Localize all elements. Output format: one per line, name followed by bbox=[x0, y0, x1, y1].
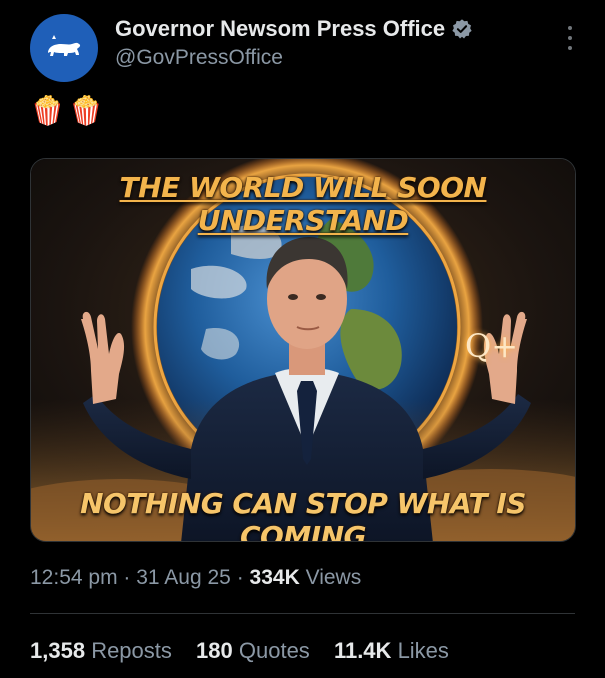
image-badge-text: Q+ bbox=[465, 327, 519, 365]
post-time[interactable]: 12:54 pm bbox=[30, 566, 118, 589]
meta-separator: · bbox=[123, 566, 131, 589]
post-card: Governor Newsom Press Office @GovPressOf… bbox=[0, 0, 605, 678]
california-bear-icon bbox=[48, 35, 81, 56]
reposts-count: 1,358 bbox=[30, 638, 86, 663]
post-meta: 12:54 pm · 31 Aug 25 · 334K Views bbox=[30, 566, 361, 590]
display-name[interactable]: Governor Newsom Press Office bbox=[115, 16, 445, 42]
quotes-label: Quotes bbox=[238, 638, 310, 663]
image-caption-bottom: NOTHING CAN STOP WHAT IS COMING bbox=[80, 487, 526, 542]
meta-separator: · bbox=[236, 566, 244, 589]
likes-stat[interactable]: 11.4K Likes bbox=[334, 638, 449, 663]
verified-badge-icon bbox=[451, 18, 473, 40]
post-date[interactable]: 31 Aug 25 bbox=[136, 566, 231, 589]
engagement-stats: 1,358 Reposts 180 Quotes 11.4K Likes bbox=[30, 638, 467, 664]
views-label: Views bbox=[305, 566, 362, 589]
image-caption-top: THE WORLD WILL SOON UNDERSTAND bbox=[119, 171, 487, 237]
reposts-label: Reposts bbox=[91, 638, 172, 663]
more-options-icon[interactable] bbox=[565, 26, 575, 50]
likes-count: 11.4K bbox=[333, 638, 392, 663]
quotes-stat[interactable]: 180 Quotes bbox=[196, 638, 316, 663]
likes-label: Likes bbox=[397, 638, 449, 663]
post-image[interactable]: THE WORLD WILL SOON UNDERSTAND Q+ NOTHIN… bbox=[30, 158, 576, 542]
quotes-count: 180 bbox=[196, 638, 233, 663]
reposts-stat[interactable]: 1,358 Reposts bbox=[30, 638, 178, 663]
divider bbox=[30, 613, 575, 614]
post-text: 🍿🍿 bbox=[30, 95, 108, 126]
avatar[interactable] bbox=[30, 14, 98, 82]
author-name-row[interactable]: Governor Newsom Press Office bbox=[115, 16, 473, 42]
views-count: 334K bbox=[249, 566, 300, 589]
user-handle[interactable]: @GovPressOffice bbox=[115, 46, 283, 70]
